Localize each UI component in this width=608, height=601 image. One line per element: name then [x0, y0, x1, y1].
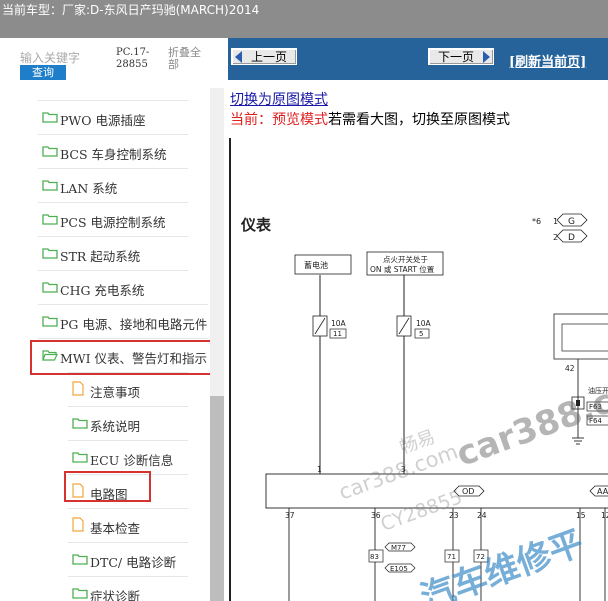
tree-item-dtc[interactable]: DTC/ 电路诊断 [68, 542, 188, 575]
folder-icon [42, 248, 58, 259]
mode-status: 当前：预览模式若需看大图，切换至原图模式 [230, 112, 510, 128]
next-page-button[interactable]: 下一页 [428, 48, 494, 65]
highlight-wiring-diagram [64, 471, 151, 502]
tree-item-pcs[interactable]: PCS 电源控制系统 [38, 202, 188, 235]
svg-text:D: D [568, 233, 575, 243]
folder-icon [42, 214, 58, 225]
document-icon [72, 381, 84, 396]
svg-text:15: 15 [576, 511, 586, 520]
svg-text:83: 83 [370, 553, 379, 561]
svg-text:11: 11 [333, 330, 342, 338]
pc-code: PC.17-28855 [116, 47, 150, 70]
folder-icon [42, 282, 58, 293]
svg-text:1: 1 [317, 465, 322, 474]
svg-text:1: 1 [553, 217, 558, 226]
sidebar: 查询 PC.17-28855 折叠全部 PWO 电源插座 BCS 车身控制系统 … [0, 38, 228, 601]
content-area: 上一页 下一页 [刷新当前页] 切换为原图模式 当前：预览模式若需看大图，切换至… [228, 38, 608, 601]
tree-item-lan[interactable]: LAN 系统 [38, 168, 188, 201]
svg-text:42: 42 [565, 364, 575, 373]
folder-icon [42, 146, 58, 157]
prev-page-button[interactable]: 上一页 [231, 48, 297, 65]
folder-icon [42, 316, 58, 327]
svg-text:23: 23 [449, 511, 459, 520]
switch-original-mode-link[interactable]: 切换为原图模式 [230, 89, 328, 109]
tree-item-bcs[interactable]: BCS 车身控制系统 [38, 134, 188, 167]
folder-icon [72, 452, 88, 463]
tree-item-pg[interactable]: PG 电源、接地和电路元件 [38, 304, 208, 337]
svg-text:2: 2 [553, 233, 558, 242]
search-input[interactable] [20, 51, 112, 65]
tree-item-ecu-diagnosis[interactable]: ECU 诊断信息 [68, 440, 188, 473]
folder-icon [72, 588, 88, 599]
svg-text:*6: *6 [532, 217, 541, 226]
search-area: 查询 PC.17-28855 折叠全部 [0, 38, 228, 88]
sidebar-scroll-thumb[interactable] [210, 396, 224, 601]
svg-text:OD: OD [462, 487, 474, 496]
wiring-diagram[interactable]: 仪表 *6 1 G 2 D 蓄电池 点火开关处于 ON 或 START 位置 1… [229, 138, 608, 601]
tree-item-chg[interactable]: CHG 充电系统 [38, 270, 188, 303]
tree-item-basic-inspection[interactable]: 基本检查 [68, 508, 188, 541]
top-bar: 当前车型：厂家:D-东风日产玛驰(MARCH)2014 [0, 0, 608, 38]
svg-text:10A: 10A [416, 319, 432, 328]
page-navbar: 上一页 下一页 [刷新当前页] [228, 38, 608, 80]
svg-text:37: 37 [285, 511, 295, 520]
tree-item-pwo[interactable]: PWO 电源插座 [38, 100, 188, 133]
svg-text:10A: 10A [331, 319, 347, 328]
svg-text:M77: M77 [391, 544, 406, 552]
folder-icon [42, 112, 58, 123]
arrow-left-icon [235, 51, 242, 63]
battery-label: 蓄电池 [304, 260, 328, 270]
folder-icon [42, 180, 58, 191]
arrow-right-icon [483, 51, 490, 63]
diagram-title: 仪表 [240, 216, 272, 234]
svg-text:ON 或 START 位置: ON 或 START 位置 [370, 264, 435, 274]
svg-text:5: 5 [419, 330, 423, 338]
tree-item-system-description[interactable]: 系统说明 [68, 406, 188, 439]
category-tree: PWO 电源插座 BCS 车身控制系统 LAN 系统 PCS 电源控制系统 ST… [0, 88, 215, 601]
svg-text:12: 12 [601, 511, 608, 520]
svg-text:AA: AA [597, 487, 608, 496]
svg-text:G: G [568, 217, 575, 227]
svg-text:E105: E105 [390, 565, 408, 573]
highlight-mwi [30, 340, 215, 375]
refresh-page-link[interactable]: [刷新当前页] [509, 51, 586, 70]
folder-icon [72, 418, 88, 429]
document-icon [72, 517, 84, 532]
tree-item-precautions[interactable]: 注意事项 [68, 372, 188, 405]
tree-item-str[interactable]: STR 起动系统 [38, 236, 188, 269]
svg-text:24: 24 [477, 511, 487, 520]
svg-text:点火开关处于: 点火开关处于 [383, 254, 428, 264]
collapse-all-button[interactable]: 折叠全部 [168, 47, 208, 71]
folder-icon [72, 554, 88, 565]
search-button[interactable]: 查询 [20, 65, 66, 80]
tree-item-symptom[interactable]: 症状诊断 [68, 576, 188, 601]
vehicle-info: 当前车型：厂家:D-东风日产玛驰(MARCH)2014 [2, 3, 260, 17]
